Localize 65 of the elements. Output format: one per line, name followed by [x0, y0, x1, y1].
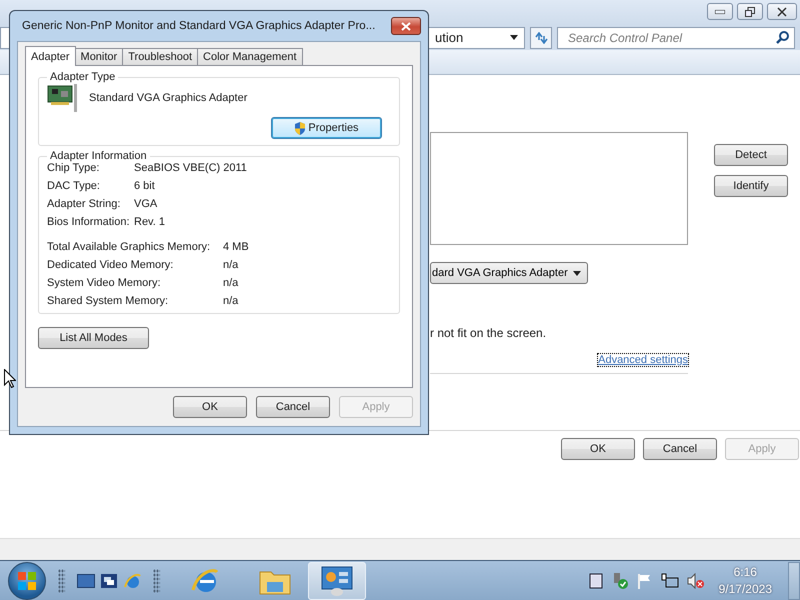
close-button[interactable] [767, 3, 797, 20]
tab[interactable]: Color Management [197, 48, 303, 66]
toolbar-grip [153, 568, 160, 592]
properties-button[interactable]: Properties [271, 117, 382, 139]
note-text: r not fit on the screen. [430, 326, 548, 340]
taskbar-app[interactable] [308, 562, 366, 600]
graphics-card-icon [47, 83, 79, 113]
dialog-button[interactable]: OK [173, 396, 247, 418]
dropdown-arrow-icon [510, 35, 518, 40]
tab[interactable]: Troubleshoot [122, 48, 198, 66]
shield-icon [294, 122, 306, 134]
minimize-button[interactable] [707, 3, 733, 20]
restore-button[interactable] [737, 3, 763, 20]
info-label: Dedicated Video Memory: [47, 259, 174, 271]
info-label: Adapter String: [47, 198, 122, 210]
info-value: 4 MB [223, 241, 250, 253]
refresh-button[interactable] [530, 26, 552, 48]
info-label: System Video Memory: [47, 277, 162, 289]
desktop-icon[interactable] [77, 574, 95, 588]
clock-date: 9/17/2023 [718, 580, 772, 598]
adapter-name: Standard VGA Graphics Adapter [89, 92, 248, 104]
minimize-icon [715, 10, 725, 14]
dialog-title: Generic Non-PnP Monitor and Standard VGA Graphics Adapter Pro... [21, 20, 376, 32]
tab[interactable]: Monitor [74, 48, 124, 66]
close-icon [777, 6, 787, 16]
dropdown-arrow-icon [573, 270, 581, 276]
display-dropdown[interactable]: dard VGA Graphics Adapter [430, 262, 588, 284]
info-value: 6 bit [134, 180, 156, 192]
side-button[interactable]: Identify [714, 175, 788, 197]
close-icon [401, 22, 411, 30]
start-button[interactable] [8, 562, 46, 600]
dialog-button[interactable]: Cancel [256, 396, 330, 418]
control-panel-icon [320, 564, 354, 596]
tab[interactable]: Adapter [25, 46, 76, 66]
info-label: Total Available Graphics Memory: [47, 241, 212, 253]
info-value: Rev. 1 [134, 216, 166, 228]
dialog-button[interactable]: Cancel [643, 438, 717, 460]
document-icon[interactable] [588, 572, 603, 588]
search-field[interactable]: Search Control Panel [557, 26, 795, 48]
restore-icon [745, 6, 755, 16]
list-all-modes-button[interactable]: List All Modes [38, 327, 149, 349]
info-value: n/a [223, 259, 240, 271]
clock-time: 6:16 [734, 564, 757, 580]
windows-logo-icon [18, 572, 36, 590]
network-icon[interactable] [660, 572, 679, 588]
info-label: DAC Type: [47, 180, 101, 192]
advanced-settings-link[interactable]: Advanced settings [598, 354, 688, 366]
side-button[interactable]: Detect [714, 144, 788, 166]
info-value: n/a [223, 295, 240, 307]
info-label: Shared System Memory: [47, 295, 170, 307]
group-heading: Adapter Information [49, 150, 148, 162]
toolbar-grip [58, 568, 65, 592]
info-value: VGA [134, 198, 158, 210]
info-label: Chip Type: [47, 162, 100, 174]
speaker-muted-icon[interactable] [686, 572, 705, 588]
mouse-cursor-icon [4, 369, 16, 388]
dialog-button[interactable]: OK [561, 438, 635, 460]
refresh-icon [534, 32, 548, 44]
info-value: SeaBIOS VBE(C) 2011 [134, 162, 248, 174]
info-label: Bios Information: [47, 216, 131, 228]
close-button[interactable] [391, 17, 421, 35]
search-icon [776, 30, 789, 44]
switch-windows-icon[interactable] [101, 574, 117, 588]
group-heading: Adapter Type [49, 71, 116, 83]
info-value: n/a [223, 277, 240, 289]
